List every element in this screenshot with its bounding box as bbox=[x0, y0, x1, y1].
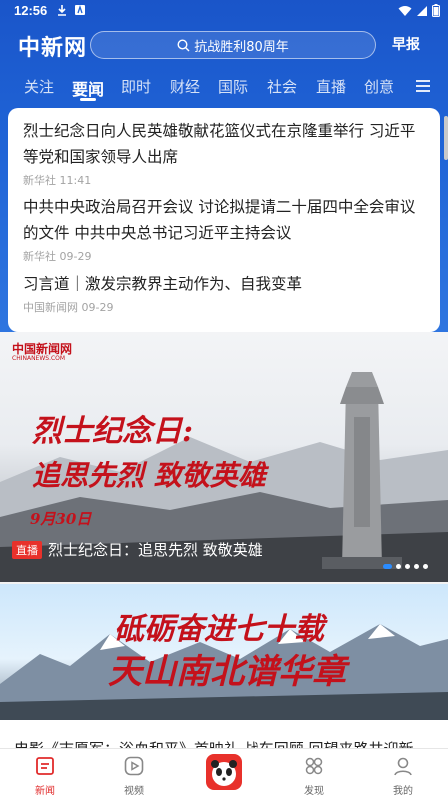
search-bar[interactable]: 抗战胜利80周年 bbox=[90, 31, 376, 59]
battery-icon bbox=[432, 4, 440, 17]
profile-icon bbox=[394, 757, 412, 776]
morning-news-button[interactable]: 早报 bbox=[392, 34, 420, 54]
search-icon bbox=[177, 38, 190, 51]
news-title: 电影《志愿军：浴血和平》首映礼 战车回顾 回望来路共迎新 bbox=[14, 738, 414, 748]
news-title: 烈士纪念日向人民英雄敬献花篮仪式在京隆重举行 习近平等党和国家领导人出席 bbox=[23, 122, 416, 166]
banner-date: 9月30日 bbox=[30, 510, 92, 528]
carousel-dot bbox=[414, 564, 419, 569]
tab-zhibo[interactable]: 直播 bbox=[316, 76, 346, 97]
download-icon bbox=[58, 5, 66, 16]
news-meta: 中国新闻网 09-29 bbox=[23, 301, 114, 314]
discover-icon bbox=[305, 757, 323, 775]
status-notifications bbox=[56, 4, 86, 16]
tab-chuangyi[interactable]: 创意 bbox=[364, 76, 394, 97]
nav-label: 新闻 bbox=[35, 786, 55, 796]
signal-icon bbox=[417, 5, 427, 16]
tab-shehui[interactable]: 社会 bbox=[267, 76, 297, 97]
news-meta: 新华社 09-29 bbox=[23, 250, 92, 263]
nav-label: 视频 bbox=[124, 786, 144, 796]
menu-icon[interactable] bbox=[416, 80, 430, 92]
banner-headline-line2: 追思先烈 致敬英雄 bbox=[32, 459, 266, 492]
scrollbar[interactable] bbox=[444, 116, 448, 160]
xinjiang-banner[interactable]: 砥砺奋进七十载 天山南北谱华章 bbox=[0, 584, 448, 720]
tab-yaowen[interactable]: 要闻 bbox=[72, 76, 104, 100]
app-logo: 中新网 bbox=[18, 35, 88, 61]
channel-tabs: 关注 要闻 即时 财经 国际 社会 直播 创意 bbox=[0, 72, 448, 102]
nav-label: 我的 bbox=[393, 786, 413, 796]
chinanews-logo-sub: CHINANEWS.COM bbox=[12, 355, 66, 362]
panda-icon bbox=[206, 754, 242, 790]
tab-jishi[interactable]: 即时 bbox=[121, 76, 151, 97]
carousel-indicator bbox=[383, 564, 428, 569]
carousel-dot bbox=[396, 564, 401, 569]
status-bar: 12:56 bbox=[0, 0, 448, 24]
nav-label: 发现 bbox=[304, 786, 324, 796]
banner2-headline-line1: 砥砺奋进七十载 bbox=[114, 612, 324, 647]
live-banner-carousel[interactable]: 中国新闻网 CHINANEWS.COM 烈士纪念日: 追思先烈 致敬英雄 9月3… bbox=[0, 332, 448, 582]
status-system-icons bbox=[398, 4, 440, 17]
nav-video[interactable]: 视频 bbox=[99, 749, 169, 796]
tab-guanzhu[interactable]: 关注 bbox=[24, 76, 54, 97]
nav-news[interactable]: 新闻 bbox=[10, 749, 80, 796]
bottom-navigation: 新闻 视频 发现 我的 bbox=[0, 748, 448, 796]
tab-caijing[interactable]: 财经 bbox=[170, 76, 200, 97]
next-news-item[interactable]: 电影《志愿军：浴血和平》首映礼 战车回顾 回望来路共迎新 bbox=[0, 720, 448, 748]
banner-caption: 直播 烈士纪念日：追思先烈 致敬英雄 bbox=[12, 539, 263, 560]
carousel-dot bbox=[383, 564, 392, 569]
news-title: 习言道｜激发宗教界主动作为、自我变革 bbox=[23, 275, 303, 293]
banner-headline-line1: 烈士纪念日: bbox=[32, 414, 194, 449]
top-news-card: 烈士纪念日向人民英雄敬献花篮仪式在京隆重举行 习近平等党和国家领导人出席 新华社… bbox=[8, 108, 440, 332]
status-time: 12:56 bbox=[14, 3, 48, 18]
search-placeholder: 抗战胜利80周年 bbox=[194, 39, 289, 55]
news-item[interactable]: 习言道｜激发宗教界主动作为、自我变革 中国新闻网 09-29 bbox=[23, 271, 423, 315]
app-notification-icon bbox=[75, 4, 85, 15]
video-icon bbox=[124, 756, 144, 776]
banner-caption-text: 烈士纪念日：追思先烈 致敬英雄 bbox=[48, 541, 263, 559]
news-item[interactable]: 烈士纪念日向人民英雄敬献花篮仪式在京隆重举行 习近平等党和国家领导人出席 新华社… bbox=[23, 118, 423, 188]
nav-profile[interactable]: 我的 bbox=[368, 749, 438, 796]
live-badge: 直播 bbox=[12, 540, 42, 559]
news-item[interactable]: 中共中央政治局召开会议 讨论拟提请二十届四中全会审议的文件 中共中央总书记习近平… bbox=[23, 194, 423, 264]
banner2-headline-line2: 天山南北谱华章 bbox=[108, 652, 346, 692]
news-title: 中共中央政治局召开会议 讨论拟提请二十届四中全会审议的文件 中共中央总书记习近平… bbox=[23, 198, 416, 242]
app-header: 中新网 抗战胜利80周年 早报 bbox=[0, 30, 448, 62]
news-meta: 新华社 11:41 bbox=[23, 174, 92, 187]
carousel-dot bbox=[423, 564, 428, 569]
wifi-icon bbox=[398, 5, 412, 16]
nav-discover[interactable]: 发现 bbox=[279, 749, 349, 796]
nav-panda[interactable] bbox=[189, 749, 259, 796]
carousel-dot bbox=[405, 564, 410, 569]
tab-guoji[interactable]: 国际 bbox=[218, 76, 248, 97]
news-icon bbox=[36, 757, 54, 775]
active-tab-underline bbox=[80, 98, 96, 101]
